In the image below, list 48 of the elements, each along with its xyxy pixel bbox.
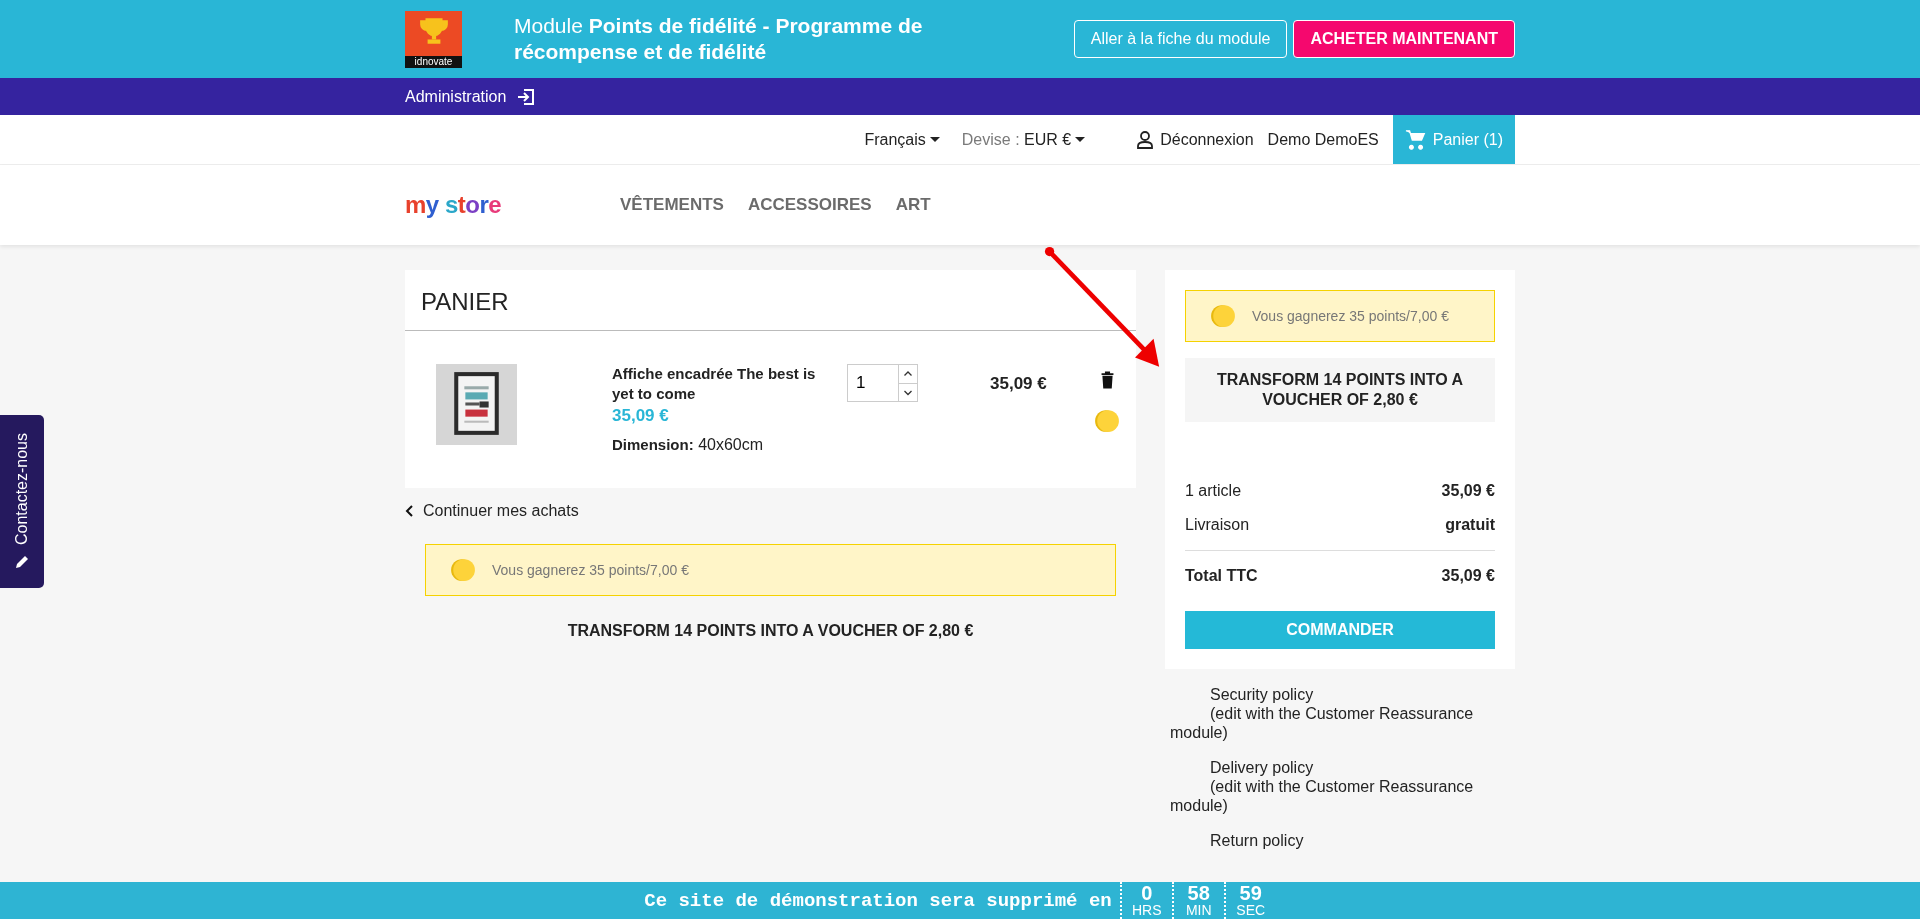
pencil-icon [14,553,30,570]
summary-label: Livraison [1185,516,1250,534]
logout-link[interactable]: Déconnexion [1160,130,1254,149]
countdown-message: Ce site de démonstration sera supprimé en [644,889,1112,912]
menu-item[interactable]: ACCESSOIRES [747,195,872,215]
countdown-unit: MIN [1185,903,1212,918]
summary-value: gratuit [1445,516,1495,534]
unit-price: 35,09 € [612,406,670,426]
coin-icon [1094,408,1120,434]
admin-link[interactable]: Administration [405,87,507,106]
transform-points-button[interactable]: TRANSFORM 14 POINTS INTO A VOUCHER OF 2,80 € [1185,358,1495,422]
summary-label: 1 article [1185,482,1242,500]
product-name[interactable]: Affiche encadrée The best is yet to come [612,364,837,404]
countdown-unit: HRS [1131,903,1162,918]
countdown-value: 0 [1141,883,1153,903]
countdown-unit: SEC [1236,903,1266,918]
cart-title: PANIER [405,270,1136,331]
account-link[interactable]: Demo DemoES [1267,130,1379,149]
total-label: Total TTC [1185,567,1258,585]
promo-button[interactable]: ACHETER MAINTENANT [1293,20,1515,58]
total-value: 35,09 € [1441,567,1495,585]
summary-value: 35,09 € [1441,482,1495,500]
chevron-left-icon [405,504,415,518]
continue-shopping-link[interactable]: Continuer mes achats [405,502,1136,520]
store-logo[interactable]: my store [405,191,620,219]
loyalty-text: Vous gagnerez 35 points/7,00 € [492,562,689,578]
user-icon [1135,129,1156,150]
countdown-value: 58 [1187,883,1210,903]
quantity-field[interactable]: 1 [847,364,898,402]
line-total: 35,09 € [990,374,1047,394]
currency-dropdown[interactable]: Devise : EUR € [961,130,1086,149]
logo-caption: idnovate [405,55,462,68]
transform-points-link[interactable]: TRANSFORM 14 POINTS INTO A VOUCHER OF 2,80 € [405,622,1136,640]
sign-in-icon[interactable] [516,86,537,107]
reassurance-text: Security policy (edit with the Customer Reassurance module) [1170,685,1475,742]
product-attribute: Dimension: 40x60cm [612,436,765,454]
loyalty-text: Vous gagnerez 35 points/7,00 € [1252,308,1449,324]
reassurance-text: Delivery policy (edit with the Customer Reassurance module) [1170,758,1475,815]
countdown-value: 59 [1239,883,1262,903]
promo-title: Module Points de fidélité - Programme de récompense et de fidélité [514,13,924,65]
reassurance-text: Return policy [1209,831,1305,850]
contact-tab[interactable]: Contactez-nous [0,415,44,588]
menu-item[interactable]: VÊTEMENTS [620,195,724,215]
menu-item[interactable]: ART [895,195,931,215]
coin-icon [1210,303,1236,329]
cart-icon [1404,128,1427,151]
coin-icon [450,557,476,583]
language-dropdown[interactable]: Français [864,130,940,149]
